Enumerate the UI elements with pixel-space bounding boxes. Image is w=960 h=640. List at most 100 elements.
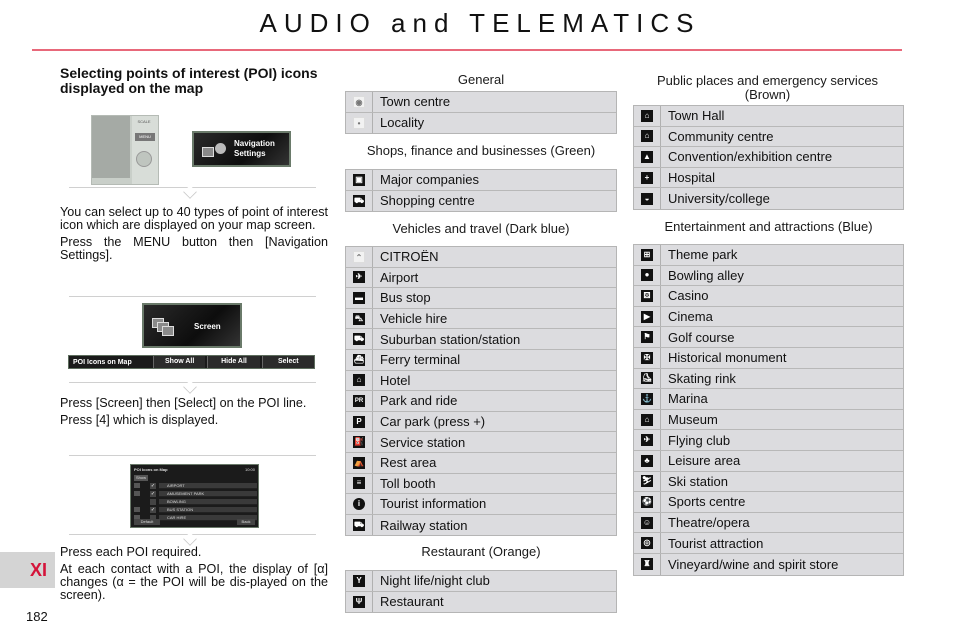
checkbox: ✓: [150, 491, 156, 497]
poi-icon-cell: ◎: [634, 533, 661, 553]
poi-row: ⛽ Service station: [346, 432, 616, 453]
poi-icon-cell: ⛸: [634, 368, 661, 389]
divider: [69, 380, 316, 394]
poi-row: ⛸ Skating rink: [634, 368, 903, 390]
anchor-icon: ⚓: [641, 392, 653, 405]
poi-label: Rest area: [380, 455, 437, 471]
category-label-restaurant: Restaurant (Orange): [421, 544, 541, 559]
poi-row: ⚄ Casino: [634, 286, 903, 307]
divider: [69, 455, 316, 456]
shopping-cart-icon: ⛟: [353, 194, 365, 207]
poi-label: Hospital: [668, 170, 715, 186]
poi-icon-cell: PR: [346, 391, 373, 411]
service-station-icon: ⛽: [353, 436, 365, 449]
divider: [69, 296, 316, 297]
poi-label: Locality: [380, 115, 425, 131]
poi-row: P Car park (press +): [346, 411, 616, 433]
step2-text: Press [Screen] then [Select] on the POI …: [60, 397, 328, 431]
poi-icon-cell: ⊞: [634, 245, 661, 265]
poi-row: PR Park and ride: [346, 391, 616, 412]
poi-row: ▲ Convention/exhibition centre: [634, 147, 903, 168]
poi-label: Railway station: [380, 517, 468, 533]
poi-icon-cell: ⛟: [346, 190, 373, 212]
poi-row: Y Night life/night club: [346, 571, 616, 592]
poi-icon-cell: ⛺: [346, 452, 373, 473]
flying-club-icon: ✈: [641, 434, 653, 447]
show-all-button: Show All: [153, 356, 206, 368]
poi-list-time: 10:00: [244, 467, 255, 472]
poi-label: Cinema: [668, 309, 713, 325]
poi-row: ⊞ Theme park: [634, 245, 903, 266]
poi-icon-cell: ●: [634, 265, 661, 286]
poi-list-row: AMUSEMENT PARK: [159, 491, 257, 497]
menu-button: MENU: [135, 133, 155, 141]
poi-row: ♜ Vineyard/wine and spirit store: [634, 553, 903, 575]
poi-label: Museum: [668, 412, 718, 428]
poi-label: Vehicle hire: [380, 311, 448, 327]
poi-label: Ferry terminal: [380, 352, 461, 368]
step2-para2: Press [4] which is displayed.: [60, 413, 219, 427]
screen-button-label: Screen: [194, 322, 221, 331]
hotel-icon: ⌂: [353, 374, 365, 387]
poi-row: ⚓ Marina: [634, 389, 903, 410]
default-button: Default: [134, 519, 160, 525]
checkbox: ✓: [150, 507, 156, 513]
poi-icon-cell: ▲: [634, 147, 661, 167]
railway-station-icon: ⛟: [353, 519, 365, 532]
poi-row: ⌂ Town Hall: [634, 106, 903, 127]
poi-label: Convention/exhibition centre: [668, 149, 833, 165]
poi-icon-cell: ⚑: [634, 327, 661, 347]
step3-para2: At each contact with a POI, the display …: [60, 562, 328, 602]
airport-icon: ✈: [353, 271, 365, 284]
step1-text: You can select up to 40 types of point o…: [60, 206, 328, 266]
poi-row: i Tourist information: [346, 494, 616, 515]
leisure-area-icon: ♣: [641, 454, 653, 467]
poi-list-row: BUS STATION: [159, 507, 257, 513]
poi-row: ▬ Bus stop: [346, 288, 616, 309]
poi-icon-cell: ⌂: [634, 409, 661, 430]
control-knob: [136, 151, 152, 167]
scroll-top-icon: [134, 483, 140, 488]
poi-icon-cell: •: [346, 112, 373, 134]
poi-row: ≡ Toll booth: [346, 473, 616, 495]
poi-label: University/college: [668, 191, 770, 207]
poi-icon-cell: Y: [346, 571, 373, 591]
poi-icon-cell: i: [346, 494, 373, 514]
poi-icon-cell: ✈: [634, 430, 661, 450]
poi-label: Town centre: [380, 94, 451, 110]
poi-row: ⛴ Ferry terminal: [346, 349, 616, 371]
poi-row: ✠ Historical monument: [634, 347, 903, 369]
poi-icon-cell: ≡: [346, 473, 373, 494]
hide-all-button: Hide All: [207, 356, 260, 368]
poi-label: Vineyard/wine and spirit store: [668, 556, 839, 572]
suburban-station-icon: ⛟: [353, 333, 365, 346]
golf-flag-icon: ⚑: [641, 331, 653, 344]
theatre-masks-icon: ☺: [641, 516, 653, 529]
poi-label: Skating rink: [668, 370, 736, 386]
locality-icon: •: [353, 116, 365, 129]
poi-icon-cell: ⚄: [634, 286, 661, 306]
historical-monument-icon: ✠: [641, 351, 653, 364]
poi-icon-cell: ⌂: [634, 106, 661, 126]
step2-para1: Press [Screen] then [Select] on the POI …: [60, 396, 307, 410]
poi-icon-cell: ✠: [634, 347, 661, 368]
poi-label: Service station: [380, 434, 466, 450]
poi-row: ▶ Cinema: [634, 306, 903, 328]
poi-table-restaurant: Y Night life/night club Ψ Restaurant: [345, 570, 617, 614]
poi-icon-cell: ⛽: [346, 432, 373, 452]
poi-label: Theme park: [668, 247, 738, 263]
poi-label: Golf course: [668, 329, 735, 345]
casino-dice-icon: ⚄: [641, 289, 653, 302]
poi-icon-cell: ✈: [346, 267, 373, 288]
poi-bar-label: POI Icons on Map: [73, 358, 132, 366]
tourist-information-icon: i: [353, 497, 365, 510]
poi-row: ✈ Flying club: [634, 430, 903, 451]
poi-row: ● Bowling alley: [634, 265, 903, 287]
poi-label: Tourist information: [380, 496, 487, 512]
citroen-chevrons-icon: ⌃: [353, 250, 365, 263]
poi-label: Night life/night club: [380, 573, 490, 589]
category-label-public: Public places and emergency services (Br…: [656, 73, 879, 102]
poi-label: Flying club: [668, 432, 731, 448]
skating-rink-icon: ⛸: [641, 372, 653, 385]
poi-row: ⛟ Railway station: [346, 514, 616, 536]
